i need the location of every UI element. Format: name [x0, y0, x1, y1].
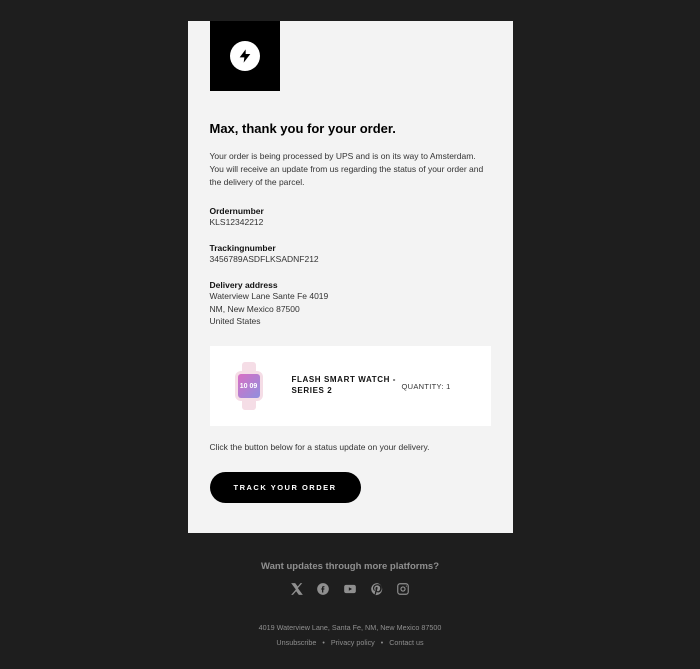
social-instagram-link[interactable]	[396, 582, 410, 601]
social-facebook-link[interactable]	[316, 582, 330, 601]
product-name: FLASH SMART WATCH - SERIES 2	[292, 375, 402, 397]
pinterest-icon	[370, 582, 384, 596]
privacy-link[interactable]: Privacy policy	[331, 638, 375, 647]
social-x-link[interactable]	[290, 582, 304, 601]
logo-circle	[230, 41, 260, 71]
trackingnumber-label: Trackingnumber	[210, 243, 491, 253]
delivery-label: Delivery address	[210, 280, 491, 290]
track-order-button[interactable]: TRACK YOUR ORDER	[210, 472, 361, 503]
social-row	[0, 582, 700, 601]
email-card: Max, thank you for your order. Your orde…	[188, 21, 513, 533]
cta-note: Click the button below for a status upda…	[210, 442, 491, 452]
brand-logo	[210, 21, 280, 91]
x-icon	[290, 582, 304, 596]
product-quantity: QUANTITY: 1	[402, 382, 451, 391]
facebook-icon	[316, 582, 330, 596]
trackingnumber-block: Trackingnumber 3456789ASDFLKSADNF212	[210, 243, 491, 266]
address-line-2: NM, New Mexico 87500	[210, 303, 491, 316]
instagram-icon	[396, 582, 410, 596]
address-line-3: United States	[210, 315, 491, 328]
delivery-block: Delivery address Waterview Lane Sante Fe…	[210, 280, 491, 328]
watch-screen-time: 10 09	[238, 374, 260, 398]
footer-headline: Want updates through more platforms?	[0, 561, 700, 572]
address-line-1: Waterview Lane Sante Fe 4019	[210, 290, 491, 303]
email-content: Max, thank you for your order. Your orde…	[188, 91, 513, 533]
ordernumber-value: KLS12342212	[210, 216, 491, 229]
social-pinterest-link[interactable]	[370, 582, 384, 601]
separator-dot: •	[381, 640, 383, 647]
youtube-icon	[342, 582, 358, 596]
separator-dot: •	[322, 640, 324, 647]
thank-you-headline: Max, thank you for your order.	[210, 121, 491, 136]
unsubscribe-link[interactable]: Unsubscribe	[276, 638, 316, 647]
trackingnumber-value: 3456789ASDFLKSADNF212	[210, 253, 491, 266]
product-image: 10 09	[224, 358, 274, 414]
social-youtube-link[interactable]	[342, 582, 358, 601]
footer-links: Unsubscribe • Privacy policy • Contact u…	[0, 638, 700, 647]
ordernumber-block: Ordernumber KLS12342212	[210, 206, 491, 229]
ordernumber-label: Ordernumber	[210, 206, 491, 216]
watch-illustration: 10 09	[234, 362, 264, 410]
email-footer: Want updates through more platforms? 401…	[0, 561, 700, 647]
bolt-icon	[237, 48, 253, 64]
contact-link[interactable]: Contact us	[389, 638, 423, 647]
footer-address: 4019 Waterview Lane, Santa Fe, NM, New M…	[0, 623, 700, 632]
product-row: 10 09 FLASH SMART WATCH - SERIES 2 QUANT…	[210, 346, 491, 426]
intro-text: Your order is being processed by UPS and…	[210, 150, 490, 188]
